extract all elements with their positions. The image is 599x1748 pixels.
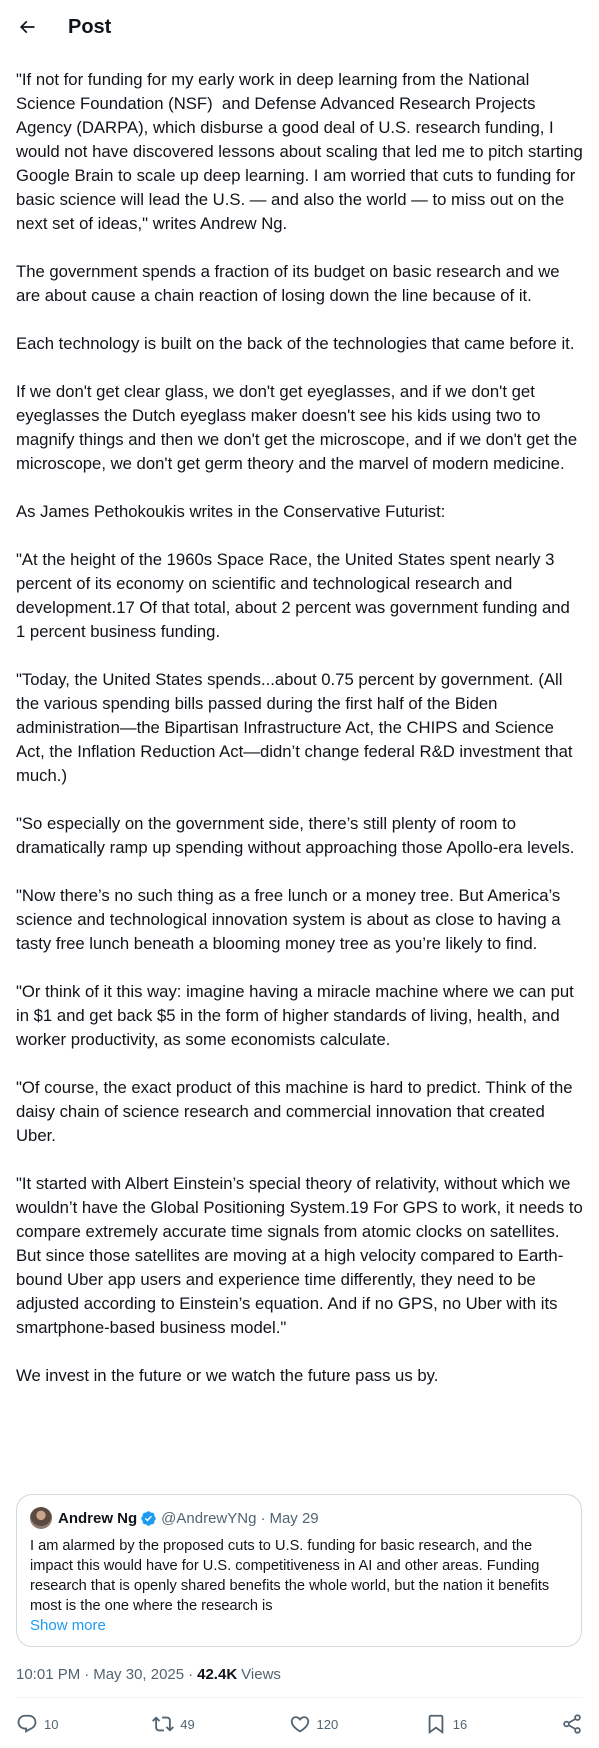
- bookmark-count: 16: [452, 1716, 468, 1732]
- like-count: 120: [316, 1716, 339, 1732]
- arrow-left-icon: [17, 17, 37, 37]
- post-time[interactable]: 10:01 PM: [16, 1666, 80, 1683]
- top-bar: Post: [0, 0, 599, 54]
- verified-badge-icon: [140, 1510, 157, 1527]
- reply-button[interactable]: 10: [16, 1713, 76, 1735]
- post-paragraph: "Now there’s no such thing as a free lun…: [16, 886, 566, 953]
- post-paragraph: "It started with Albert Einstein’s speci…: [16, 1174, 588, 1337]
- repost-button[interactable]: 49: [152, 1713, 212, 1735]
- separator-dot: ·: [188, 1665, 194, 1683]
- quoted-author-handle[interactable]: @AndrewYNg: [161, 1510, 256, 1527]
- divider: [16, 1697, 583, 1698]
- post-paragraph: We invest in the future or we watch the …: [16, 1366, 439, 1385]
- like-button[interactable]: 120: [289, 1713, 349, 1735]
- post-text: "If not for funding for my early work in…: [16, 68, 583, 1388]
- heart-icon: [289, 1713, 311, 1735]
- action-bar: 10 49 120 16: [16, 1709, 583, 1739]
- post-paragraph: "So especially on the government side, t…: [16, 814, 575, 857]
- avatar[interactable]: [30, 1507, 52, 1529]
- reply-count: 10: [44, 1716, 59, 1732]
- post-metadata: 10:01 PM · May 30, 2025 · 42.4K Views: [16, 1662, 281, 1686]
- post-paragraph: "If not for funding for my early work in…: [16, 70, 588, 233]
- show-more-link[interactable]: Show more: [30, 1617, 106, 1634]
- quoted-post-text: I am alarmed by the proposed cuts to U.S…: [30, 1538, 550, 1614]
- quoted-author-name[interactable]: Andrew Ng: [58, 1510, 137, 1527]
- separator-dot: ·: [84, 1665, 90, 1683]
- views-label: Views: [241, 1665, 281, 1683]
- post-paragraph: Each technology is built on the back of …: [16, 334, 575, 353]
- reply-icon: [16, 1713, 38, 1735]
- post-paragraph: If we don't get clear glass, we don't ge…: [16, 382, 582, 473]
- quoted-post-card[interactable]: Andrew Ng @AndrewYNg · May 29 I am alarm…: [16, 1494, 582, 1647]
- bookmark-icon: [425, 1713, 447, 1735]
- separator-dot: ·: [260, 1509, 266, 1527]
- post-paragraph: "At the height of the 1960s Space Race, …: [16, 550, 575, 641]
- quoted-post-date[interactable]: May 29: [269, 1510, 318, 1527]
- repost-count: 49: [180, 1716, 195, 1732]
- post-paragraph: "Today, the United States spends...about…: [16, 670, 578, 785]
- repost-icon: [152, 1713, 175, 1735]
- post-paragraph: The government spends a fraction of its …: [16, 262, 565, 305]
- views-count[interactable]: 42.4K: [197, 1666, 237, 1683]
- post-paragraph: "Of course, the exact product of this ma…: [16, 1078, 578, 1145]
- bookmark-button[interactable]: 16: [425, 1713, 485, 1735]
- post-paragraph: As James Pethokoukis writes in the Conse…: [16, 502, 446, 521]
- share-icon: [561, 1713, 583, 1735]
- quoted-post-header: Andrew Ng @AndrewYNg · May 29: [30, 1507, 568, 1529]
- page-title: Post: [68, 15, 112, 38]
- share-button[interactable]: [561, 1713, 583, 1735]
- back-button[interactable]: [16, 16, 38, 38]
- post-paragraph: "Or think of it this way: imagine having…: [16, 982, 579, 1049]
- post-date[interactable]: May 30, 2025: [93, 1666, 184, 1683]
